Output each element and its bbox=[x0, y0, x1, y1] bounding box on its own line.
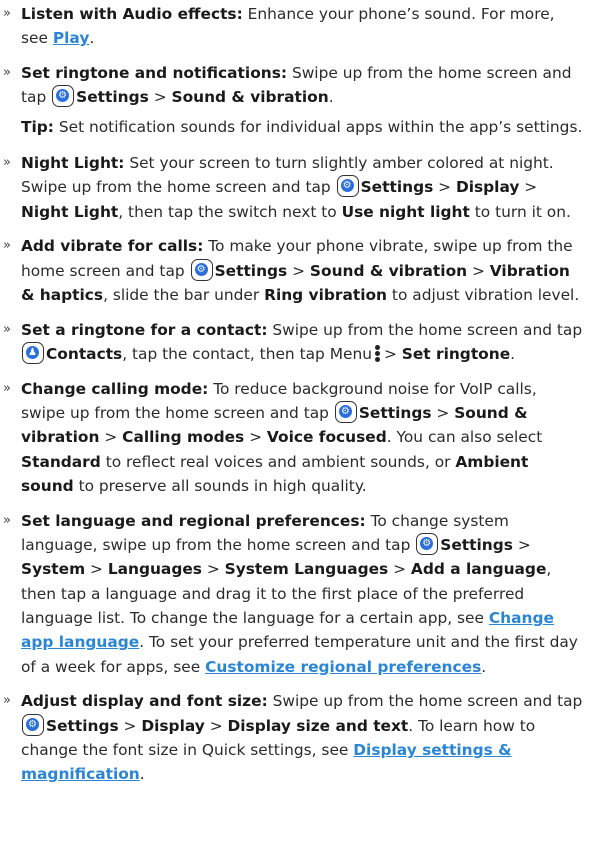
settings-gear-icon: ⚙ bbox=[22, 713, 44, 736]
item-title: Set a ringtone for a contact: bbox=[21, 320, 268, 339]
display-label: Display bbox=[455, 178, 520, 197]
sound-vibration-label: Sound & vibration bbox=[171, 88, 329, 107]
settings-label: Settings bbox=[76, 88, 149, 107]
display-label: Display bbox=[141, 716, 205, 735]
system-label: System bbox=[21, 560, 86, 579]
item-text: to reflect real voices and ambient sound… bbox=[100, 452, 456, 471]
item-text: Swipe up from the home screen and tap bbox=[267, 692, 583, 711]
settings-label: Settings bbox=[360, 178, 434, 197]
punctuation: . bbox=[510, 345, 516, 364]
punctuation: . bbox=[481, 657, 487, 676]
languages-label: Languages bbox=[107, 560, 202, 579]
bullet-marker: » bbox=[3, 380, 11, 396]
settings-gear-icon: ⚙ bbox=[416, 533, 439, 556]
night-light-label: Night Light bbox=[21, 202, 119, 221]
bullet-marker: » bbox=[3, 65, 11, 81]
item-text: , tap the contact, then tap Menu bbox=[122, 345, 372, 364]
list-item-vibrate-calls: » Add vibrate for calls: To make your pho… bbox=[0, 234, 589, 307]
list-item-audio-effects: » Listen with Audio effects: Enhance your… bbox=[0, 2, 589, 51]
calling-modes-label: Calling modes bbox=[122, 428, 245, 447]
ring-vibration-label: Ring vibration bbox=[264, 285, 388, 304]
list-item-display-font: » Adjust display and font size: Swipe up … bbox=[0, 689, 589, 786]
punctuation: . bbox=[328, 88, 334, 107]
use-night-light-label: Use night light bbox=[341, 202, 470, 221]
list-item-night-light: » Night Light: Set your screen to turn sl… bbox=[0, 151, 589, 224]
item-text: to adjust vibration level. bbox=[387, 285, 580, 304]
item-text: to preserve all sounds in high quality. bbox=[73, 477, 367, 496]
play-link[interactable]: Play bbox=[53, 29, 90, 47]
set-ringtone-label: Set ringtone bbox=[401, 345, 511, 364]
settings-label: Settings bbox=[46, 716, 119, 735]
item-text: Swipe up from the home screen and tap bbox=[267, 320, 583, 339]
sound-vibration-label: Sound & vibration bbox=[309, 261, 468, 280]
item-text: to turn it on. bbox=[469, 202, 571, 221]
display-size-text-label: Display size and text bbox=[227, 716, 409, 735]
add-language-label: Add a language bbox=[410, 560, 547, 579]
item-title: Night Light: bbox=[21, 153, 125, 172]
settings-gear-icon: ⚙ bbox=[52, 85, 75, 108]
bullet-marker: » bbox=[3, 6, 11, 21]
document-body: » Listen with Audio effects: Enhance your… bbox=[0, 2, 589, 797]
item-text: , slide the bar under bbox=[103, 285, 265, 304]
item-text: , then tap the switch next to bbox=[118, 202, 342, 221]
item-title: Set language and regional preferences: bbox=[21, 511, 366, 530]
settings-label: Settings bbox=[214, 261, 288, 280]
punctuation: . bbox=[89, 29, 95, 48]
settings-label: Settings bbox=[440, 536, 513, 555]
customize-regional-preferences-link[interactable]: Customize regional preferences bbox=[205, 658, 481, 676]
tip-text: Set notification sounds for individual a… bbox=[53, 117, 583, 136]
settings-label: Settings bbox=[358, 404, 432, 423]
system-languages-label: System Languages bbox=[224, 560, 389, 579]
bullet-marker: » bbox=[3, 321, 11, 337]
standard-label: Standard bbox=[21, 452, 101, 471]
item-title: Adjust display and font size: bbox=[21, 692, 268, 711]
list-item-calling-mode: » Change calling mode: To reduce backgrou… bbox=[0, 377, 589, 498]
bullet-marker: » bbox=[3, 512, 11, 528]
list-item-ringtone: » Set ringtone and notifications: Swipe u… bbox=[0, 61, 589, 110]
item-text: . You can also select bbox=[386, 428, 543, 447]
bullet-marker: » bbox=[3, 693, 11, 709]
separator: > bbox=[148, 88, 172, 107]
list-item-language: » Set language and regional preferences: … bbox=[0, 509, 589, 679]
item-title: Change calling mode: bbox=[21, 379, 209, 398]
settings-gear-icon: ⚙ bbox=[190, 258, 213, 281]
item-title: Set ringtone and notifications: bbox=[21, 64, 288, 83]
contacts-label: Contacts bbox=[46, 345, 123, 364]
item-title: Add vibrate for calls: bbox=[21, 237, 204, 256]
item-title: Listen with Audio effects: bbox=[21, 5, 243, 23]
bullet-marker: » bbox=[3, 238, 11, 254]
tip-note: Tip: Set notification sounds for individ… bbox=[0, 115, 589, 139]
settings-gear-icon: ⚙ bbox=[336, 175, 359, 198]
settings-gear-icon: ⚙ bbox=[334, 401, 357, 424]
contacts-icon: ♟ bbox=[22, 342, 44, 365]
voice-focused-label: Voice focused bbox=[266, 428, 387, 447]
list-item-contact-ringtone: » Set a ringtone for a contact: Swipe up … bbox=[0, 318, 589, 367]
menu-vertical-dots-icon bbox=[374, 344, 381, 363]
bullet-marker: » bbox=[3, 154, 11, 170]
punctuation: . bbox=[139, 765, 145, 784]
tip-label: Tip: bbox=[21, 117, 54, 136]
